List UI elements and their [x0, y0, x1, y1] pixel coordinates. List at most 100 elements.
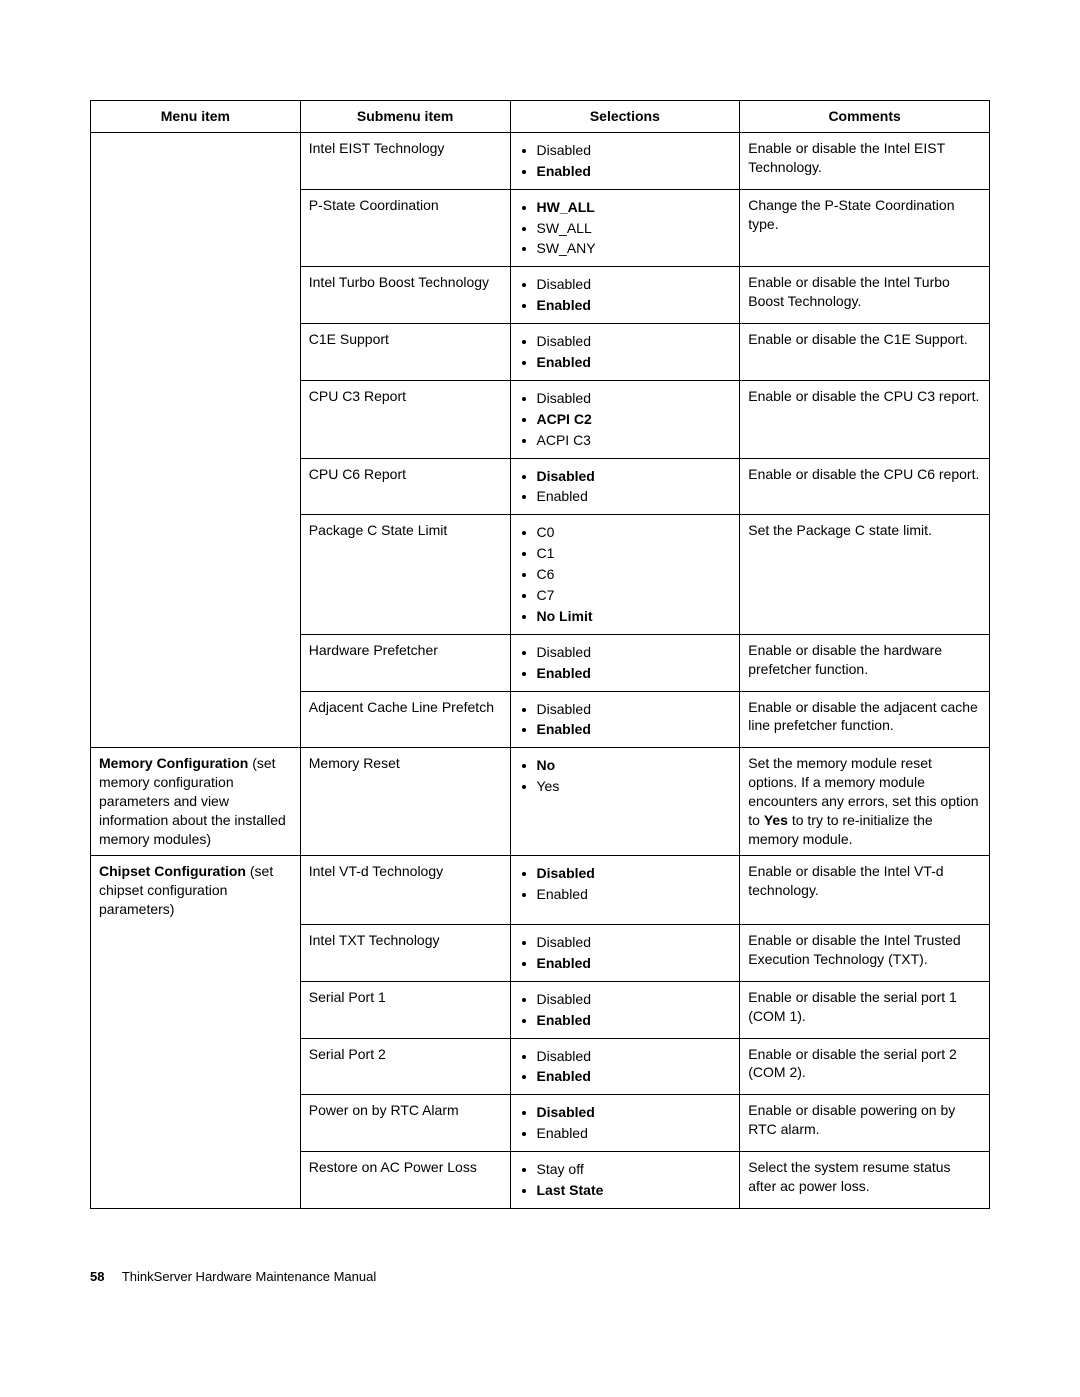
selection-option: Enabled — [537, 885, 732, 904]
selections-list: DisabledEnabled — [519, 467, 732, 507]
selection-option: C1 — [537, 544, 732, 563]
selection-option: Disabled — [537, 864, 732, 883]
selections-cell: Disabled Enabled — [510, 634, 740, 691]
table-row: Power on by RTC AlarmDisabledEnabledEnab… — [91, 1095, 990, 1152]
submenu-cell: Hardware Prefetcher — [300, 634, 510, 691]
selection-option: HW_ALL — [537, 198, 732, 217]
submenu-cell: Serial Port 2 — [300, 1038, 510, 1095]
selection-option: Enabled — [537, 720, 732, 739]
comments-cell: Set the Package C state limit. — [740, 515, 990, 634]
selections-list: Disabled Enabled — [519, 275, 732, 315]
document-page: Menu item Submenu item Selections Commen… — [0, 0, 1080, 1324]
selection-option: Disabled — [537, 141, 732, 160]
selections-list: DisabledEnabled — [519, 700, 732, 740]
comments-cell: Enable or disable the serial port 1 (COM… — [740, 981, 990, 1038]
menu-item-cell — [91, 1152, 301, 1209]
comments-cell: Enable or disable the CPU C6 report. — [740, 458, 990, 515]
header-menu-item: Menu item — [91, 101, 301, 133]
comments-cell: Enable or disable the Intel EIST Technol… — [740, 132, 990, 189]
selection-option: Enabled — [537, 487, 732, 506]
comments-cell: Enable or disable the Intel Turbo Boost … — [740, 267, 990, 324]
selection-option: Disabled — [537, 332, 732, 351]
table-row: P-State CoordinationHW_ALLSW_ALLSW_ANYCh… — [91, 189, 990, 267]
document-title: ThinkServer Hardware Maintenance Manual — [122, 1269, 376, 1284]
selection-option: SW_ANY — [537, 239, 732, 258]
table-row: Memory Configuration (set memory configu… — [91, 748, 990, 855]
selection-option: C7 — [537, 586, 732, 605]
header-comments: Comments — [740, 101, 990, 133]
menu-item-cell — [91, 925, 301, 982]
submenu-cell: Memory Reset — [300, 748, 510, 855]
selection-option: Enabled — [537, 162, 732, 181]
selection-option: Disabled — [537, 275, 732, 294]
selections-list: DisabledEnabled — [519, 990, 732, 1030]
selections-cell: Disabled Enabled — [510, 855, 740, 924]
selections-cell: DisabledEnabled — [510, 458, 740, 515]
selection-option: Enabled — [537, 296, 732, 315]
submenu-cell: Adjacent Cache Line Prefetch — [300, 691, 510, 748]
table-row: Intel TXT TechnologyDisabledEnabledEnabl… — [91, 925, 990, 982]
comments-cell: Select the system resume status after ac… — [740, 1152, 990, 1209]
menu-item-title: Chipset Configuration — [99, 863, 246, 879]
menu-item-cell — [91, 515, 301, 634]
selection-option: Disabled — [537, 1103, 732, 1122]
selection-option: Stay off — [537, 1160, 732, 1179]
submenu-cell: Intel EIST Technology — [300, 132, 510, 189]
selections-cell: DisabledEnabled — [510, 981, 740, 1038]
selections-list: Disabled Enabled — [519, 141, 732, 181]
selection-option: Disabled — [537, 700, 732, 719]
menu-item-cell — [91, 267, 301, 324]
selection-option: No Limit — [537, 607, 732, 626]
selection-option: Last State — [537, 1181, 732, 1200]
bios-settings-table: Menu item Submenu item Selections Commen… — [90, 100, 990, 1209]
submenu-cell: Serial Port 1 — [300, 981, 510, 1038]
menu-item-cell — [91, 189, 301, 267]
header-submenu-item: Submenu item — [300, 101, 510, 133]
table-row: C1E SupportDisabledEnabledEnable or disa… — [91, 324, 990, 381]
selection-option: Disabled — [537, 643, 732, 662]
selections-cell: HW_ALL SW_ALLSW_ANY — [510, 189, 740, 267]
table-row: Intel Turbo Boost Technology Disabled Enab… — [91, 267, 990, 324]
menu-item-cell — [91, 691, 301, 748]
selections-list: C0C1C6C7No Limit — [519, 523, 732, 625]
selection-option: ACPI C2 — [537, 410, 732, 429]
menu-item-cell — [91, 1095, 301, 1152]
submenu-cell: Power on by RTC Alarm — [300, 1095, 510, 1152]
selection-option: Disabled — [537, 1047, 732, 1066]
selections-cell: Disabled ACPI C2 ACPI C3 — [510, 380, 740, 458]
submenu-cell: CPU C3 Report — [300, 380, 510, 458]
selections-cell: Stay off Last State — [510, 1152, 740, 1209]
menu-item-cell — [91, 1038, 301, 1095]
selection-option: Disabled — [537, 933, 732, 952]
selection-option: SW_ALL — [537, 219, 732, 238]
selection-option: Disabled — [537, 467, 732, 486]
menu-item-cell: Memory Configuration (set memory configu… — [91, 748, 301, 855]
submenu-cell: C1E Support — [300, 324, 510, 381]
selections-cell: Disabled Enabled — [510, 132, 740, 189]
selection-option: No — [537, 756, 732, 775]
submenu-cell: Intel VT-d Technology — [300, 855, 510, 924]
selection-option: Yes — [537, 777, 732, 796]
selections-cell: Disabled Enabled — [510, 267, 740, 324]
selection-option: Enabled — [537, 664, 732, 683]
table-row: Package C State LimitC0C1C6C7No LimitSet… — [91, 515, 990, 634]
submenu-cell: CPU C6 Report — [300, 458, 510, 515]
table-row: Adjacent Cache Line PrefetchDisabledEnab… — [91, 691, 990, 748]
submenu-cell: Restore on AC Power Loss — [300, 1152, 510, 1209]
comments-cell: Change the P-State Coordination type. — [740, 189, 990, 267]
selection-option: Disabled — [537, 990, 732, 1009]
menu-item-cell: Chipset Configuration (set chipset confi… — [91, 855, 301, 924]
submenu-cell: Intel Turbo Boost Technology — [300, 267, 510, 324]
submenu-cell: Intel TXT Technology — [300, 925, 510, 982]
menu-item-cell — [91, 132, 301, 189]
selection-option: Disabled — [537, 389, 732, 408]
page-number: 58 — [90, 1269, 104, 1284]
table-row: Intel EIST Technology Disabled Enabled Enab… — [91, 132, 990, 189]
table-row: Serial Port 2DisabledEnabledEnable or di… — [91, 1038, 990, 1095]
selections-cell: DisabledEnabled — [510, 324, 740, 381]
selection-option: ACPI C3 — [537, 431, 732, 450]
selections-list: Stay off Last State — [519, 1160, 732, 1200]
menu-item-cell — [91, 458, 301, 515]
comments-cell: Enable or disable the adjacent cache lin… — [740, 691, 990, 748]
comments-cell: Enable or disable powering on by RTC ala… — [740, 1095, 990, 1152]
